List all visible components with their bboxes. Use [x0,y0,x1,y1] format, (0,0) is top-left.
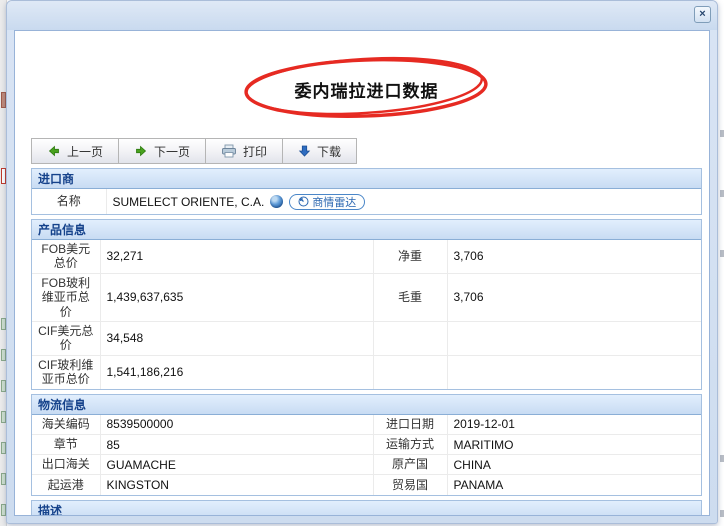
table-row: 起运港 KINGSTON 贸易国 PANAMA [32,475,701,495]
prev-page-label: 上一页 [67,143,103,160]
importer-name-cell: SUMELECT ORIENTE, C.A. 商情雷达 [106,189,701,214]
doc-title-area: 委内瑞拉进口数据 [31,62,702,117]
table-row: CIF玻利维亚币总价 1,541,186,216 [32,355,701,388]
section-importer-title: 进口商 [32,169,701,189]
download-label: 下载 [317,143,341,160]
print-button[interactable]: 打印 [205,138,283,164]
importer-name-value: SUMELECT ORIENTE, C.A. [113,195,265,209]
field-label: CIF美元总价 [32,321,100,355]
field-label: 进口日期 [373,415,447,435]
field-label: 毛重 [373,273,447,321]
table-row: 出口海关 GUAMACHE 原产国 CHINA [32,455,701,475]
section-logistics: 物流信息 海关编码 8539500000 进口日期 2019-12-01 章节 … [31,394,702,496]
field-label: 海关编码 [32,415,100,435]
field-label: 出口海关 [32,455,100,475]
field-label: CIF玻利维亚币总价 [32,355,100,388]
table-row: 海关编码 8539500000 进口日期 2019-12-01 [32,415,701,435]
field-value: GUAMACHE [100,455,373,475]
table-row: 名称 SUMELECT ORIENTE, C.A. 商情雷达 [32,189,701,214]
field-value: 34,548 [100,321,373,355]
arrow-left-icon [47,144,61,158]
background-fragment [720,455,724,462]
section-product-title: 产品信息 [32,220,701,240]
field-value: CHINA [447,455,701,475]
table-row: FOB美元总价 32,271 净重 3,706 [32,240,701,273]
field-value: KINGSTON [100,475,373,495]
table-row: CIF美元总价 34,548 [32,321,701,355]
section-importer: 进口商 名称 SUMELECT ORIENTE, C.A. [31,168,702,215]
field-value: PANAMA [447,475,701,495]
business-radar-label: 商情雷达 [312,194,356,210]
background-fragment [720,190,724,197]
printer-icon [221,144,237,158]
next-page-label: 下一页 [154,143,190,160]
next-page-button[interactable]: 下一页 [118,138,206,164]
close-icon[interactable]: × [694,6,711,23]
background-fragment [720,510,724,517]
window-content: 委内瑞拉进口数据 上一页 下一页 [14,30,710,516]
section-logistics-title: 物流信息 [32,395,701,415]
field-label [373,355,447,388]
field-label: 贸易国 [373,475,447,495]
field-label: 原产国 [373,455,447,475]
table-row: 章节 85 运输方式 MARITIMO [32,435,701,455]
field-value: 32,271 [100,240,373,273]
field-value: 1,541,186,216 [100,355,373,388]
background-page-right-edge [719,0,724,526]
page-title: 委内瑞拉进口数据 [295,77,439,102]
field-value [447,355,701,388]
download-button[interactable]: 下载 [282,138,357,164]
globe-icon[interactable] [270,195,283,208]
field-value: 2019-12-01 [447,415,701,435]
section-description-title: 描述 [32,501,701,516]
field-label [373,321,447,355]
table-row: FOB玻利维亚币总价 1,439,637,635 毛重 3,706 [32,273,701,321]
field-value: 1,439,637,635 [100,273,373,321]
field-label: FOB玻利维亚币总价 [32,273,100,321]
section-description: 描述 章节描述 MÁQUINAS, APARATOS Y MATERIAL EL… [31,500,702,516]
arrow-right-icon [134,144,148,158]
background-fragment [720,130,724,137]
business-radar-button[interactable]: 商情雷达 [289,194,365,210]
field-value: 85 [100,435,373,455]
importer-name-label: 名称 [32,189,106,214]
field-value: 3,706 [447,273,701,321]
field-label: 运输方式 [373,435,447,455]
field-value: 3,706 [447,240,701,273]
field-label: 净重 [373,240,447,273]
field-value: 8539500000 [100,415,373,435]
radar-icon [298,196,309,207]
field-label: 章节 [32,435,100,455]
window-titlebar[interactable]: × [7,1,717,30]
section-product: 产品信息 FOB美元总价 32,271 净重 3,706 FOB玻利维亚币总价 … [31,219,702,390]
field-value: MARITIMO [447,435,701,455]
toolbar: 上一页 下一页 打印 下载 [31,138,702,164]
field-value [447,321,701,355]
prev-page-button[interactable]: 上一页 [31,138,119,164]
import-data-window: × 委内瑞拉进口数据 上一页 下一页 [6,0,718,524]
background-fragment [720,250,724,257]
field-label: FOB美元总价 [32,240,100,273]
field-label: 起运港 [32,475,100,495]
print-label: 打印 [243,143,267,160]
arrow-down-icon [298,144,311,158]
